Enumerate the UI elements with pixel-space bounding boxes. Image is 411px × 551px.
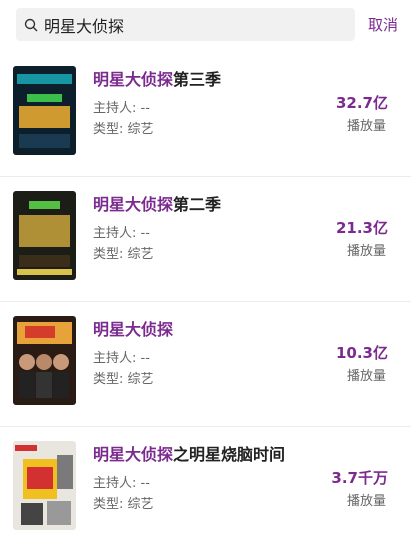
play-count: 3.7千万 — [331, 469, 388, 487]
play-count: 21.3亿 — [335, 219, 388, 237]
result-item[interactable]: 明星大侦探第三季 主持人: -- 类型: 综艺 32.7亿 播放量 — [0, 52, 411, 176]
play-count-label: 播放量 — [346, 494, 386, 509]
search-bar: 明星大侦探 取消 — [0, 0, 411, 48]
result-list: 明星大侦探第三季 主持人: -- 类型: 综艺 32.7亿 播放量 明星大侦探第… — [0, 52, 411, 551]
play-count: 10.3亿 — [335, 344, 388, 362]
play-count-label: 播放量 — [346, 244, 386, 259]
play-count: 32.7亿 — [335, 94, 388, 112]
host-label: 主持人: -- — [93, 476, 150, 491]
play-count-label: 播放量 — [346, 369, 386, 384]
search-query-text: 明星大侦探 — [44, 16, 125, 36]
search-icon — [23, 17, 39, 33]
result-title[interactable]: 明星大侦探第二季 — [93, 191, 221, 215]
poster-image[interactable] — [13, 66, 76, 155]
result-item[interactable]: 明星大侦探之明星烧脑时间 主持人: -- 类型: 综艺 3.7千万 播放量 — [0, 426, 411, 551]
title-highlight: 明星大侦探 — [93, 70, 174, 89]
title-highlight: 明星大侦探 — [93, 445, 174, 464]
host-label: 主持人: -- — [93, 101, 150, 116]
genre-label: 类型: 综艺 — [93, 247, 154, 262]
result-title[interactable]: 明星大侦探之明星烧脑时间 — [93, 441, 285, 465]
result-item[interactable]: 明星大侦探 主持人: -- 类型: 综艺 10.3亿 播放量 — [0, 301, 411, 426]
poster-image[interactable] — [13, 441, 76, 530]
host-label: 主持人: -- — [93, 351, 150, 366]
search-input[interactable]: 明星大侦探 — [16, 8, 355, 41]
result-item[interactable]: 明星大侦探第二季 主持人: -- 类型: 综艺 21.3亿 播放量 — [0, 176, 411, 301]
title-highlight: 明星大侦探 — [93, 320, 174, 339]
poster-image[interactable] — [13, 316, 76, 405]
title-rest: 第二季 — [173, 195, 222, 214]
play-count-label: 播放量 — [346, 119, 386, 134]
genre-label: 类型: 综艺 — [93, 122, 154, 137]
title-highlight: 明星大侦探 — [93, 195, 174, 214]
genre-label: 类型: 综艺 — [93, 497, 154, 512]
host-label: 主持人: -- — [93, 226, 150, 241]
result-title[interactable]: 明星大侦探第三季 — [93, 66, 221, 90]
title-rest: 之明星烧脑时间 — [173, 445, 286, 464]
title-rest: 第三季 — [173, 70, 222, 89]
poster-image[interactable] — [13, 191, 76, 280]
result-title[interactable]: 明星大侦探 — [93, 316, 173, 340]
cancel-button[interactable]: 取消 — [368, 14, 398, 35]
genre-label: 类型: 综艺 — [93, 372, 154, 387]
